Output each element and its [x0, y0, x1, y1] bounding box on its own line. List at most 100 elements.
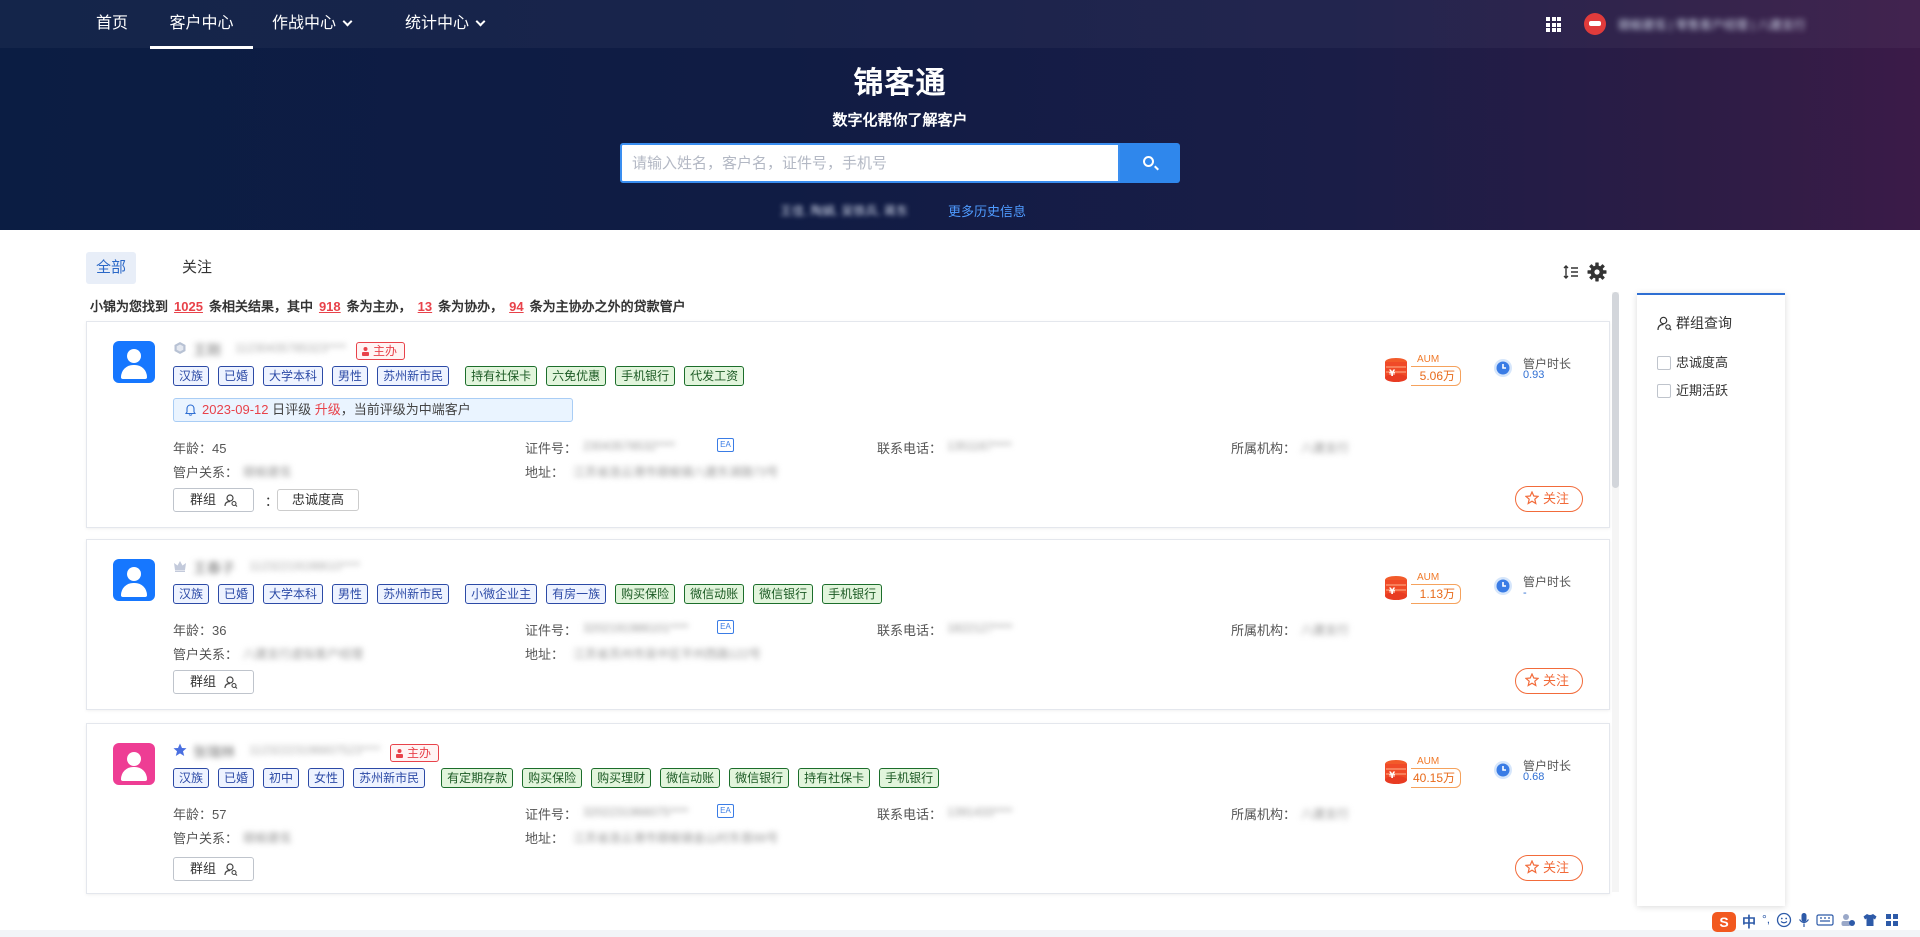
id-type-icon[interactable]: EA [717, 620, 734, 634]
aum-value: 40.15万 [1411, 768, 1461, 788]
group-query-title: 群组查询 [1657, 313, 1732, 333]
ime-language-toggle[interactable]: 中 [1742, 912, 1756, 932]
tag: 大学本科 [263, 366, 324, 386]
microphone-icon[interactable] [1798, 912, 1810, 932]
apps-grid-icon[interactable] [1546, 17, 1561, 32]
id-type-icon[interactable]: EA [717, 804, 734, 818]
tag: 手机银行 [822, 584, 883, 604]
tag: 有房一族 [546, 584, 607, 604]
summary-assist-count[interactable]: 13 [418, 299, 432, 314]
group-button[interactable]: 群组 [173, 488, 254, 512]
nav-customer-center[interactable]: 客户中心 [150, 0, 253, 49]
chevron-down-icon [342, 16, 353, 27]
ime-toolbar: S 中 °, [1712, 912, 1912, 934]
tag: 汉族 [173, 584, 210, 604]
nav-home[interactable]: 首页 [96, 0, 128, 48]
more-history-link[interactable]: 更多历史信息 [948, 201, 1026, 220]
follow-button[interactable]: 关注 [1515, 486, 1583, 512]
star-outline-icon [1525, 673, 1539, 687]
filter-checkbox-loyalty[interactable]: 忠诚度高 [1657, 352, 1728, 371]
checkbox[interactable] [1657, 384, 1671, 398]
checkbox[interactable] [1657, 356, 1671, 370]
tag: 已婚 [218, 768, 255, 788]
relation-label: 管户关系： [173, 647, 239, 662]
main-badge-label: 主办 [373, 344, 398, 358]
svg-text:¥: ¥ [1389, 369, 1396, 379]
customer-name[interactable]: 王春子 [193, 558, 235, 576]
tenure-value: 0.68 [1523, 771, 1545, 783]
gear-icon[interactable] [1587, 262, 1607, 282]
shirt-icon[interactable] [1862, 912, 1878, 932]
sort-icon[interactable] [1563, 264, 1579, 280]
address-value: 江苏省苏州市吴中区平州西路122号 [573, 647, 762, 661]
user-name[interactable]: 赣榆建瓴 | 零售客户经理 | 八建支行 [1618, 16, 1836, 32]
results-scrollbar-thumb[interactable] [1612, 292, 1619, 488]
summary-mid2: 条为主办， [346, 299, 412, 314]
star-outline-icon [1525, 491, 1539, 505]
summary-other-count[interactable]: 94 [509, 299, 523, 314]
bell-icon [185, 404, 196, 416]
group-button[interactable]: 群组 [173, 670, 254, 694]
search-history-list[interactable]: 王佳, 陶娟, 吴铁兵, 蒋东 [780, 202, 940, 216]
summary-mid1: 条相关结果，其中 [208, 299, 313, 314]
person-icon [396, 749, 403, 758]
id-type-icon[interactable]: EA [717, 438, 734, 452]
page-title: 锦客通 [853, 67, 947, 100]
tab-all[interactable]: 全部 [86, 252, 137, 284]
summary-total[interactable]: 1025 [174, 299, 203, 314]
person-icon [362, 347, 369, 356]
group-tag[interactable]: 忠诚度高 [277, 489, 360, 511]
address-value: 江苏省连云港市赣榆镇八建东湖路73号 [573, 465, 779, 479]
tag: 购买保险 [615, 584, 676, 604]
customer-card[interactable]: 王刚 11230435785323**** 主办 汉族 已婚 大学本科 男性 苏州新市民… [86, 321, 1610, 528]
toolbox-grid-icon[interactable] [1884, 912, 1900, 932]
user-avatar[interactable] [1584, 13, 1606, 35]
customer-id: 11232223196607523**** [249, 743, 381, 757]
ime-logo[interactable]: S [1712, 912, 1736, 932]
emoji-icon[interactable] [1776, 912, 1792, 932]
customer-name[interactable]: 张瑞林 [193, 742, 235, 760]
tenure-clock-icon [1494, 577, 1512, 595]
customer-id: 11232219198610**** [249, 559, 361, 573]
filter-checkbox-active[interactable]: 近期活跃 [1657, 380, 1728, 399]
tag: 苏州新市民 [377, 584, 450, 604]
tag: 购买理财 [591, 768, 652, 788]
phone-value: 1351167**** [947, 439, 1012, 453]
user-skin-icon[interactable] [1840, 912, 1856, 932]
tab-follow[interactable]: 关注 [172, 252, 222, 284]
search-input[interactable] [620, 143, 1120, 183]
group-button[interactable]: 群组 [173, 857, 254, 881]
aum-label: AUM [1417, 756, 1440, 767]
relation-label: 管户关系： [173, 465, 239, 480]
relation-value: 八建支行虚拟客户经理 [243, 647, 364, 661]
tenure-clock-icon [1494, 359, 1512, 377]
nav-statistics-center[interactable]: 统计中心 [405, 0, 486, 48]
nav-operations-center[interactable]: 作战中心 [272, 0, 353, 48]
tenure-clock-icon [1494, 761, 1512, 779]
tag: 代发工资 [684, 366, 745, 386]
address-label: 地址： [525, 647, 565, 662]
tag: 微信动账 [684, 584, 745, 604]
level-hexagon-icon [174, 342, 186, 354]
id-no-value: 3202231966075**** [583, 805, 689, 819]
follow-button[interactable]: 关注 [1515, 855, 1583, 881]
keyboard-icon[interactable] [1816, 912, 1834, 932]
notice-date: 2023-09-12 [202, 402, 269, 417]
nav-operations-label: 作战中心 [272, 15, 337, 32]
age-label-text: 年龄： [173, 807, 213, 822]
customer-card[interactable]: 张瑞林 11232223196607523**** 主办 汉族 已婚 初中 女性 苏州新… [86, 723, 1610, 894]
follow-button[interactable]: 关注 [1515, 668, 1583, 694]
follow-label: 关注 [1543, 491, 1570, 506]
hero-banner: 首页 客户中心 作战中心 统计中心 赣榆建瓴 | 零售客户经理 | 八建支行 锦… [0, 0, 1920, 230]
ime-punctuation-toggle[interactable]: °, [1762, 912, 1770, 932]
tag: 购买保险 [522, 768, 583, 788]
summary-main-count[interactable]: 918 [319, 299, 341, 314]
level-star-icon [173, 743, 187, 756]
customer-card[interactable]: 王春子 11232219198610**** 汉族 已婚 大学本科 男性 苏州新市民 小微… [86, 539, 1610, 710]
search-button[interactable] [1120, 143, 1180, 183]
summary-prefix: 小锦为您找到 [90, 299, 169, 314]
aum-coins-icon: ¥ [1385, 358, 1407, 382]
tenure-value: - [1523, 587, 1527, 599]
customer-name[interactable]: 王刚 [193, 340, 221, 358]
aum-label: AUM [1417, 354, 1440, 365]
